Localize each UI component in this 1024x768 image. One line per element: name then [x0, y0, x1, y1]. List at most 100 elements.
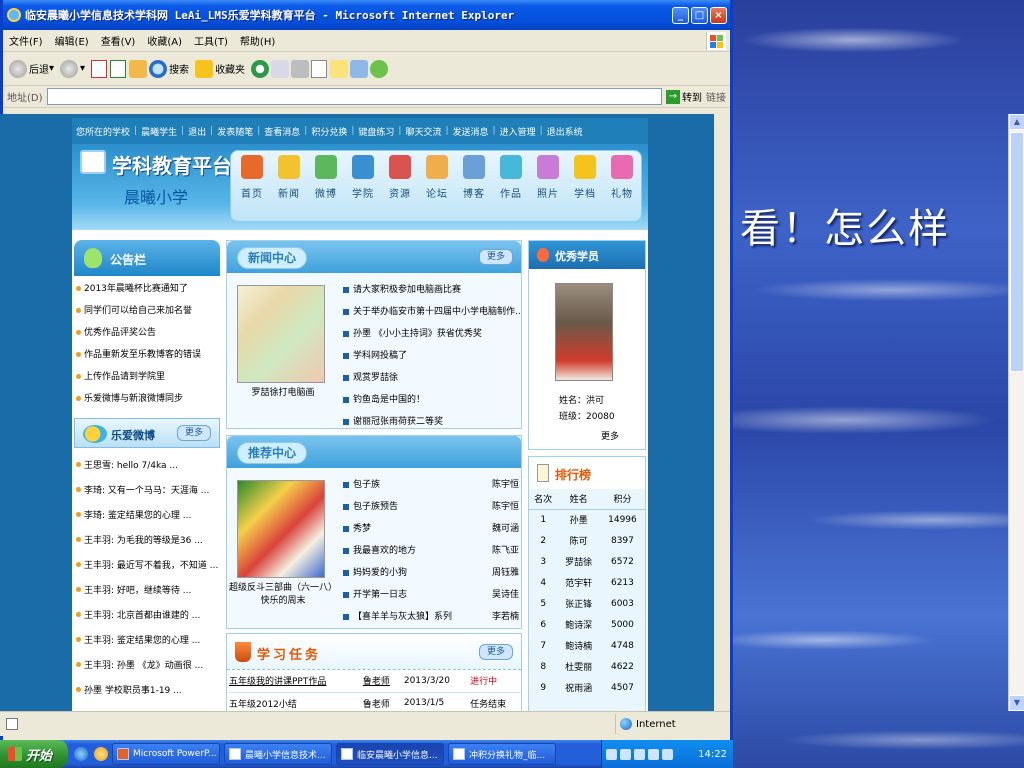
tasks-more-button[interactable]: 更多: [479, 644, 513, 660]
title-bar[interactable]: 临安晨曦小学信息技术学科网 LeAi_LMS乐爱学科教育平台 - Microso…: [3, 0, 730, 30]
favorites-button[interactable]: 收藏夹: [195, 59, 245, 78]
menu-help[interactable]: 帮助(H): [240, 33, 275, 48]
nav-link[interactable]: 您所在的学校: [76, 125, 130, 138]
nav-link[interactable]: 退出: [188, 125, 206, 138]
mail-icon[interactable]: [271, 59, 290, 78]
tray-network-icon[interactable]: [606, 748, 617, 760]
list-item[interactable]: 妈妈爱的小狗 周钰雅: [341, 562, 519, 584]
weibo-more-button[interactable]: 更多: [177, 425, 211, 441]
list-item[interactable]: 王丰羽: 好吧，继续等待 ...: [74, 579, 220, 604]
list-item[interactable]: 李琦: 又有一个马马：天涯海 ...: [74, 479, 220, 504]
scroll-down-arrow-icon[interactable]: ▼: [1009, 695, 1024, 711]
list-item[interactable]: 王丰羽: 最近写不着我，不知道 ...: [74, 554, 220, 579]
nav-link[interactable]: 聊天交流: [405, 125, 441, 138]
list-item[interactable]: 关于举办临安市第十四届中小学电脑制作...: [341, 301, 521, 323]
site-tab-gifts[interactable]: 礼物: [605, 155, 639, 200]
list-item[interactable]: 【喜羊羊与灰太狼】系列 李若楠: [341, 606, 519, 628]
tray-security-icon[interactable]: [634, 748, 645, 760]
nav-link[interactable]: 查看消息: [264, 125, 300, 138]
clock[interactable]: 14:22: [698, 749, 727, 760]
menu-favorites[interactable]: 收藏(A): [147, 33, 182, 48]
news-more-button[interactable]: 更多: [479, 249, 513, 265]
list-item[interactable]: 包子族 陈宇恒: [341, 474, 519, 496]
vertical-scrollbar[interactable]: ▲ ▼: [1008, 114, 1024, 711]
list-item[interactable]: 包子族预告 陈宇恒: [341, 496, 519, 518]
nav-link[interactable]: 进入管理: [500, 125, 536, 138]
taskbar-item-site2[interactable]: 临安晨曦小学信息...: [336, 743, 444, 765]
tray-volume-icon[interactable]: [620, 748, 631, 760]
media-quicklaunch-icon[interactable]: [94, 747, 108, 761]
nav-link[interactable]: 发送消息: [453, 125, 489, 138]
back-button[interactable]: 后退 ▾: [9, 59, 54, 78]
site-tab-home[interactable]: 首页: [235, 155, 269, 200]
forward-button[interactable]: ▾: [60, 59, 85, 78]
close-button[interactable]: ×: [710, 6, 727, 24]
list-item[interactable]: 孙墨 《小小主持词》获省优秀奖: [341, 323, 521, 345]
list-item[interactable]: 观赏罗喆徐: [341, 367, 521, 389]
star-more-link[interactable]: 更多: [601, 429, 619, 442]
site-tab-forum[interactable]: 论坛: [420, 155, 454, 200]
list-item[interactable]: 我最喜欢的地方 陈飞亚: [341, 540, 519, 562]
list-item[interactable]: 上传作品请到学院里: [74, 366, 220, 388]
site-tab-blog[interactable]: 博客: [457, 155, 491, 200]
site-tab-archive[interactable]: 学档: [568, 155, 602, 200]
site-tab-photos[interactable]: 照片: [531, 155, 565, 200]
stop-icon[interactable]: [91, 59, 108, 78]
list-item[interactable]: 请大家积极参加电脑画比赛: [341, 279, 521, 301]
scroll-up-arrow-icon[interactable]: ▲: [1009, 114, 1024, 130]
list-item[interactable]: 作品重新发至乐教博客的错误: [74, 344, 220, 366]
links-button[interactable]: 链接: [706, 89, 726, 104]
go-button[interactable]: → 转到: [666, 89, 702, 104]
nav-link[interactable]: 键盘练习: [358, 125, 394, 138]
list-item[interactable]: 2013年晨曦杯比赛通知了: [74, 278, 220, 300]
research-icon[interactable]: [350, 59, 369, 78]
list-item[interactable]: 优秀作品评奖公告: [74, 322, 220, 344]
tray-app-icon[interactable]: [648, 748, 659, 760]
list-item[interactable]: 谢丽冠张雨荷获二等奖: [341, 411, 521, 433]
nav-link[interactable]: 晨曦学生: [141, 125, 177, 138]
taskbar-item-site3[interactable]: 冲积分换礼物_临...: [448, 743, 556, 765]
nav-link[interactable]: 退出系统: [547, 125, 583, 138]
refresh-icon[interactable]: [110, 59, 127, 78]
recommend-thumbnail[interactable]: [237, 480, 325, 578]
menu-tools[interactable]: 工具(T): [194, 33, 228, 48]
discuss-icon[interactable]: [330, 59, 349, 78]
news-thumbnail-caption[interactable]: 罗喆徐打电脑画: [229, 387, 337, 400]
list-item[interactable]: 同学们可以给自己来加名誉: [74, 300, 220, 322]
student-photo[interactable]: [555, 283, 613, 381]
site-tab-weibo[interactable]: 微博: [309, 155, 343, 200]
history-icon[interactable]: [251, 59, 270, 78]
ie-quicklaunch-icon[interactable]: [74, 747, 88, 761]
nav-link[interactable]: 发表随笔: [217, 125, 253, 138]
list-item[interactable]: 乐爱微博与新浪微博同步: [74, 388, 220, 410]
list-item[interactable]: 钓鱼岛是中国的！: [341, 389, 521, 411]
table-row[interactable]: 五年级我的讲课PPT作品 鲁老师 2013/3/20 进行中: [227, 670, 521, 693]
list-item[interactable]: 王丰羽: 为毛我的等级是36 ...: [74, 529, 220, 554]
menu-edit[interactable]: 编辑(E): [55, 33, 89, 48]
list-item[interactable]: 秀梦 魏可涵: [341, 518, 519, 540]
start-button[interactable]: 开始: [0, 740, 68, 768]
list-item[interactable]: 王丰羽: 孙墨 《龙》动画很 ...: [74, 654, 220, 679]
news-thumbnail[interactable]: [237, 285, 325, 383]
list-item[interactable]: 学科网投稿了: [341, 345, 521, 367]
list-item[interactable]: 王思雪: hello 7/4ka ...: [74, 454, 220, 479]
list-item[interactable]: 开学第一日志 吴诗佳: [341, 584, 519, 606]
nav-link[interactable]: 积分兑换: [311, 125, 347, 138]
maximize-button[interactable]: □: [691, 6, 708, 24]
tray-input-icon[interactable]: [662, 748, 673, 760]
print-icon[interactable]: [291, 59, 310, 78]
menu-view[interactable]: 查看(V): [101, 33, 136, 48]
site-tab-resources[interactable]: 资源: [383, 155, 417, 200]
address-input[interactable]: [46, 88, 662, 105]
table-row[interactable]: 五年级2012小结 鲁老师 2013/1/5 任务结束: [227, 692, 521, 711]
minimize-button[interactable]: _: [672, 6, 689, 24]
taskbar-item-powerpoint[interactable]: Microsoft PowerP...: [112, 743, 220, 765]
list-item[interactable]: 李琦: 鉴定结果您的心理 ...: [74, 504, 220, 529]
search-button[interactable]: 搜索: [149, 59, 189, 78]
site-tab-news[interactable]: 新闻: [272, 155, 306, 200]
scroll-thumb[interactable]: [1010, 132, 1024, 372]
edit-icon[interactable]: [311, 59, 328, 78]
site-tab-academy[interactable]: 学院: [346, 155, 380, 200]
site-tab-works[interactable]: 作品: [494, 155, 528, 200]
recommend-thumbnail-caption[interactable]: 超级反斗三部曲（六一八）快乐的周末: [229, 582, 337, 608]
